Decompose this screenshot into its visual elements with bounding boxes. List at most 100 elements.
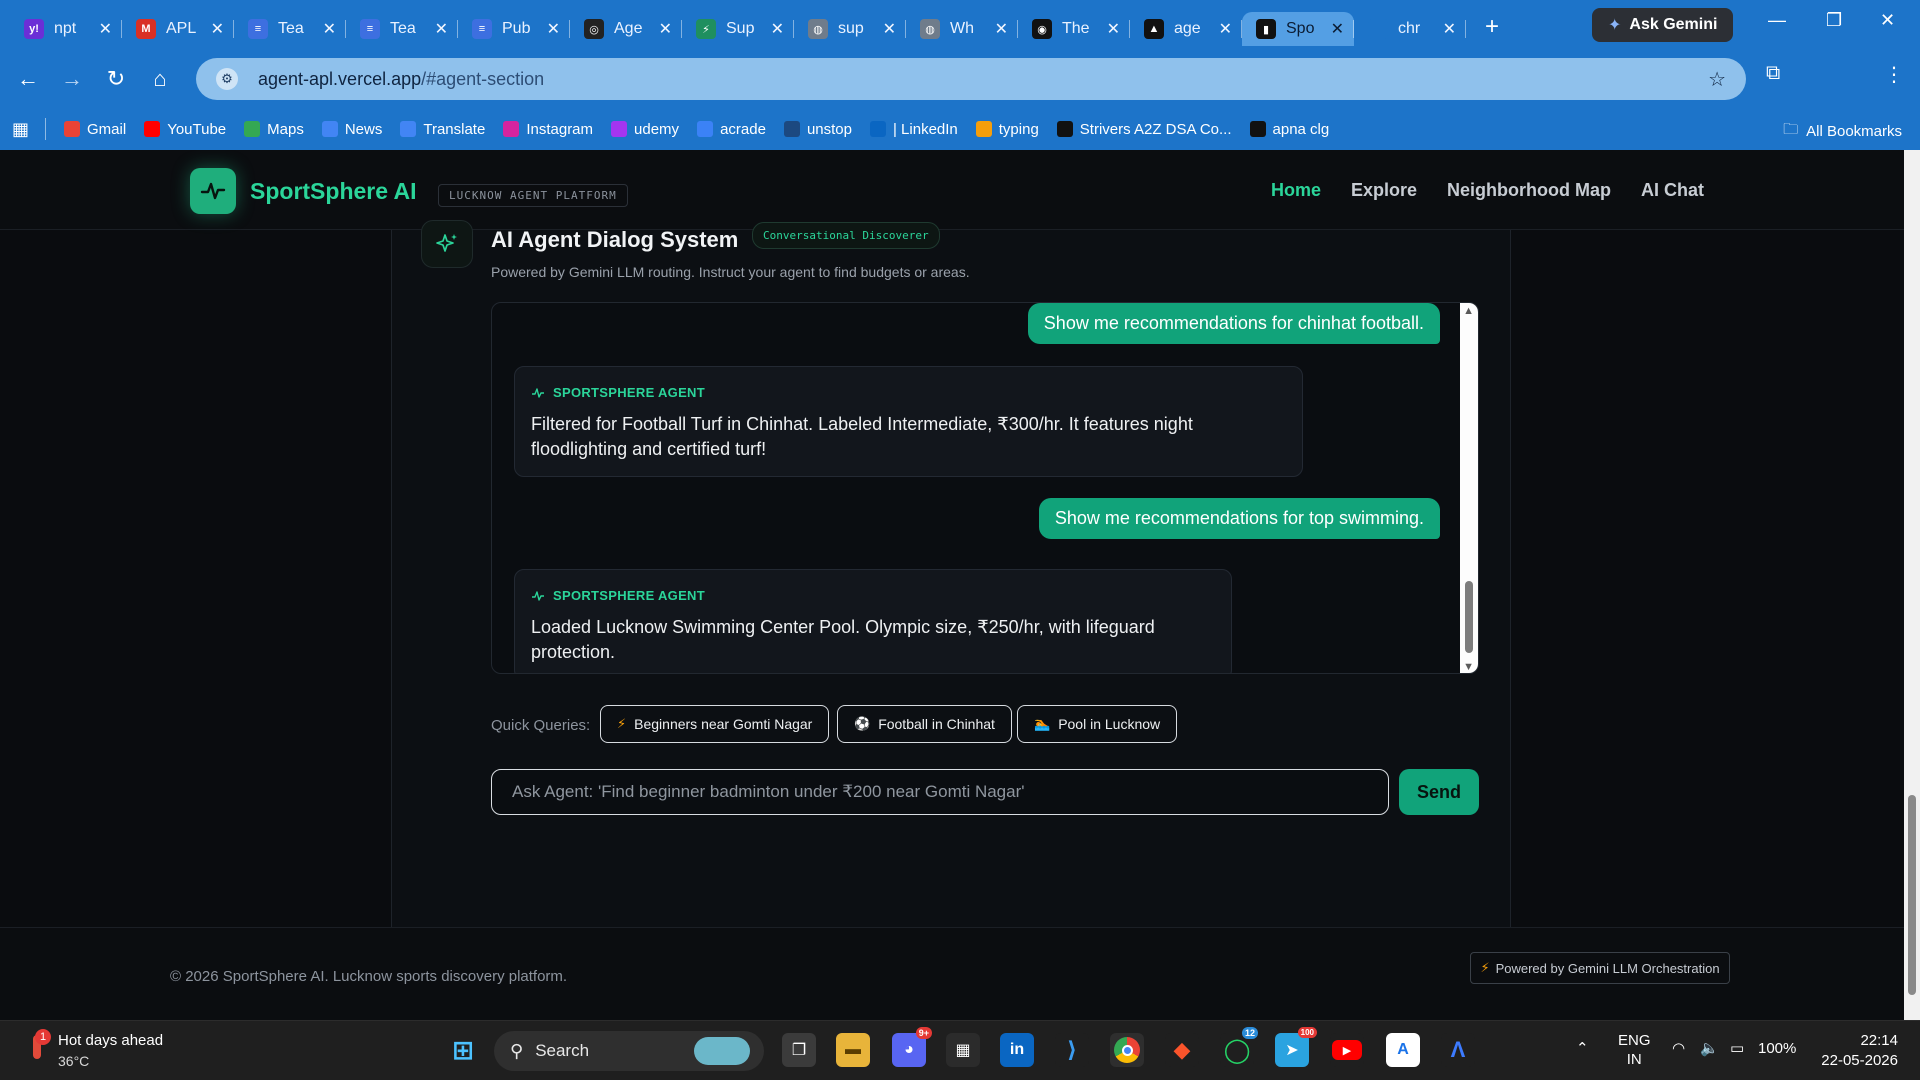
close-tab-icon[interactable]: ✕ <box>435 19 448 39</box>
telegram-icon[interactable]: ➤ 100 <box>1275 1027 1317 1067</box>
brand-name[interactable]: SportSphere AI <box>250 178 417 205</box>
apps-grid-icon[interactable]: ▦ <box>12 119 29 140</box>
send-button[interactable]: Send <box>1399 769 1479 815</box>
quick-query-football[interactable]: ⚽ Football in Chinhat <box>837 705 1012 743</box>
browser-tab[interactable]: ◍ Wh ✕ <box>906 12 1018 46</box>
bookmark-item[interactable]: apna clg <box>1249 121 1329 138</box>
wifi-icon[interactable]: ◠ <box>1672 1039 1685 1057</box>
browser-tab[interactable]: ▲ age ✕ <box>1130 12 1242 46</box>
close-tab-icon[interactable]: ✕ <box>1107 19 1120 39</box>
ask-agent-input[interactable] <box>491 769 1389 815</box>
bookmark-item[interactable]: acrade <box>697 121 766 138</box>
all-bookmarks-button[interactable]: 🗀 All Bookmarks <box>1783 119 1902 144</box>
new-tab-button[interactable]: + <box>1472 13 1512 41</box>
browser-tab[interactable]: ≡ Tea ✕ <box>346 12 458 46</box>
bookmark-favicon-icon <box>144 121 161 137</box>
scroll-up-icon[interactable]: ▲ <box>1463 305 1474 317</box>
page-scrollbar[interactable] <box>1904 150 1920 1020</box>
site-footer: © 2026 SportSphere AI. Lucknow sports di… <box>0 927 1904 1020</box>
browser-tab[interactable]: ◉ The ✕ <box>1018 12 1130 46</box>
volume-icon[interactable]: 🔈 <box>1700 1039 1719 1057</box>
brave-icon[interactable]: ◆ <box>1165 1033 1199 1067</box>
site-info-icon[interactable]: ⚙ <box>216 68 238 90</box>
close-tab-icon[interactable]: ✕ <box>1331 19 1344 39</box>
bookmark-item[interactable]: udemy <box>611 121 679 138</box>
close-window-icon[interactable]: ✕ <box>1880 10 1895 31</box>
bookmark-item[interactable]: Gmail <box>64 121 126 138</box>
quick-query-beginners[interactable]: ⚡ Beginners near Gomti Nagar <box>600 705 830 743</box>
battery-icon[interactable]: ▭ <box>1730 1039 1744 1057</box>
chat-scroll-thumb[interactable] <box>1465 581 1473 653</box>
agent-section-subtitle: Powered by Gemini LLM routing. Instruct … <box>491 264 970 280</box>
ask-gemini-button[interactable]: ✦ Ask Gemini <box>1592 8 1734 42</box>
forward-icon[interactable]: → <box>50 66 94 92</box>
reload-icon[interactable]: ↻ <box>94 66 138 92</box>
close-tab-icon[interactable]: ✕ <box>883 19 896 39</box>
bookmark-star-icon[interactable]: ☆ <box>1708 67 1726 92</box>
antigravity-icon[interactable]: Λ <box>1441 1033 1475 1067</box>
chat-scrollbar[interactable]: ▲ ▼ <box>1460 303 1478 673</box>
bookmark-item[interactable]: Instagram <box>503 121 593 138</box>
browser-tab[interactable]: ◍ sup ✕ <box>794 12 906 46</box>
back-icon[interactable]: ← <box>6 66 50 92</box>
linkedin-icon[interactable]: in <box>1000 1033 1034 1067</box>
close-tab-icon[interactable]: ✕ <box>1443 19 1456 39</box>
pulse-logo-icon[interactable] <box>190 168 236 214</box>
nav-ai-chat[interactable]: AI Chat <box>1641 180 1704 201</box>
nav-neighborhood-map[interactable]: Neighborhood Map <box>1447 180 1611 201</box>
chrome-icon[interactable] <box>1110 1033 1144 1067</box>
browser-tab[interactable]: ≡ Tea ✕ <box>234 12 346 46</box>
scroll-down-icon[interactable]: ▼ <box>1463 661 1474 673</box>
close-tab-icon[interactable]: ✕ <box>323 19 336 39</box>
close-tab-icon[interactable]: ✕ <box>547 19 560 39</box>
quick-query-pool[interactable]: 🏊 Pool in Lucknow <box>1017 705 1178 743</box>
browser-tab[interactable]: ▮ Spo ✕ <box>1242 12 1354 46</box>
taskbar-search[interactable]: ⚲ Search <box>494 1031 764 1071</box>
weather-widget[interactable]: 1 Hot days ahead 36°C <box>26 1029 163 1071</box>
close-tab-icon[interactable]: ✕ <box>659 19 672 39</box>
close-tab-icon[interactable]: ✕ <box>995 19 1008 39</box>
minimize-icon[interactable]: — <box>1768 10 1786 31</box>
browser-tab[interactable]: M APL ✕ <box>122 12 234 46</box>
close-tab-icon[interactable]: ✕ <box>211 19 224 39</box>
nav-explore[interactable]: Explore <box>1351 180 1417 201</box>
cast-search-icon[interactable]: ⧉ <box>1766 62 1780 85</box>
omnibox-url[interactable]: agent-apl.vercel.app/#agent-section <box>258 69 544 90</box>
close-tab-icon[interactable]: ✕ <box>771 19 784 39</box>
system-clock[interactable]: 22:14 22-05-2026 <box>1821 1031 1898 1071</box>
tab-favicon-icon: y! <box>24 19 44 39</box>
task-view-icon[interactable]: ❐ <box>782 1033 816 1067</box>
tray-chevron-icon[interactable]: ⌃ <box>1576 1039 1589 1057</box>
bookmark-item[interactable]: Strivers A2Z DSA Co... <box>1056 121 1232 138</box>
chat-transcript[interactable]: Show me recommendations for chinhat foot… <box>491 302 1479 674</box>
whatsapp-icon[interactable]: ◯ 12 <box>1220 1027 1258 1067</box>
bookmark-item[interactable]: Translate <box>400 121 485 138</box>
restore-icon[interactable]: ❐ <box>1826 10 1842 31</box>
omnibox[interactable]: ⚙ agent-apl.vercel.app/#agent-section ☆ <box>196 58 1746 100</box>
file-explorer-icon[interactable]: ▬ <box>836 1033 870 1067</box>
bookmark-item[interactable]: typing <box>975 121 1039 138</box>
browser-tab[interactable]: y! npt ✕ <box>10 12 122 46</box>
browser-tab[interactable]: ◎ Age ✕ <box>570 12 682 46</box>
page-scroll-thumb[interactable] <box>1908 795 1916 995</box>
menu-kebab-icon[interactable]: ⋮ <box>1884 62 1904 87</box>
bookmark-item[interactable]: YouTube <box>144 121 226 138</box>
vscode-icon[interactable]: ⟩ <box>1055 1033 1089 1067</box>
bookmark-item[interactable]: Maps <box>244 121 304 138</box>
language-indicator[interactable]: ENG IN <box>1618 1031 1651 1069</box>
close-tab-icon[interactable]: ✕ <box>99 19 112 39</box>
discord-icon[interactable]: ◕ 9+ <box>892 1027 932 1067</box>
browser-tab[interactable]: ≡ Pub ✕ <box>458 12 570 46</box>
microsoft-store-icon[interactable]: ▦ <box>946 1033 980 1067</box>
home-icon[interactable]: ⌂ <box>138 66 182 92</box>
browser-tab[interactable]: chr ✕ <box>1354 12 1466 46</box>
close-tab-icon[interactable]: ✕ <box>1219 19 1232 39</box>
windows-start-icon[interactable]: ⊞ <box>446 1033 480 1067</box>
app-store-icon[interactable]: A <box>1386 1033 1420 1067</box>
bookmark-item[interactable]: unstop <box>783 121 852 138</box>
bookmark-item[interactable]: | LinkedIn <box>869 121 958 138</box>
browser-tab[interactable]: ⚡ Sup ✕ <box>682 12 794 46</box>
youtube-icon[interactable]: ▶ <box>1330 1033 1364 1067</box>
nav-home[interactable]: Home <box>1271 180 1321 201</box>
bookmark-item[interactable]: News <box>321 121 382 138</box>
